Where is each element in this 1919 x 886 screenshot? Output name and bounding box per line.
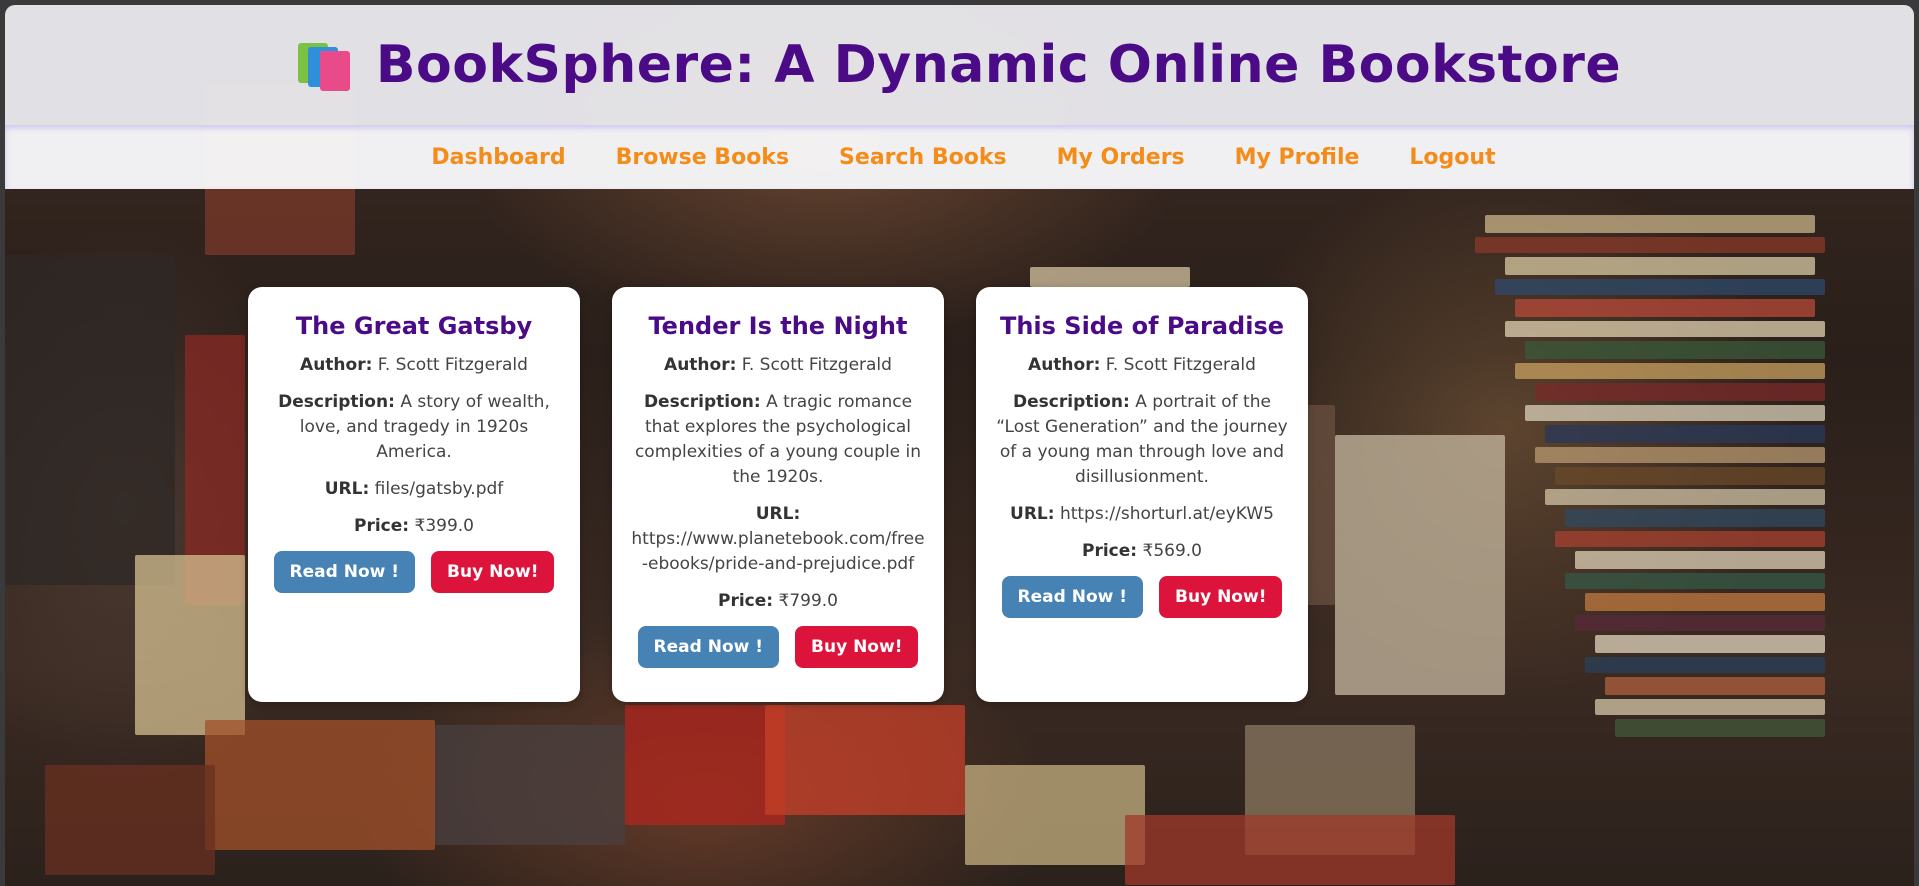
book-card: The Great Gatsby Author: F. Scott Fitzge… xyxy=(248,287,580,702)
url-value: files/gatsby.pdf xyxy=(374,479,504,499)
author-value: F. Scott Fitzgerald xyxy=(741,355,892,375)
card-actions: Read Now ! Buy Now! xyxy=(630,626,926,668)
nav-dashboard[interactable]: Dashboard xyxy=(431,145,565,170)
read-now-button[interactable]: Read Now ! xyxy=(637,626,780,668)
book-description: Description: A portrait of the “Lost Gen… xyxy=(994,390,1290,490)
books-stack-icon xyxy=(297,39,354,91)
nav-search-books[interactable]: Search Books xyxy=(839,145,1007,170)
author-label: Author: xyxy=(664,355,737,375)
price-value: ₹399.0 xyxy=(414,516,474,536)
author-label: Author: xyxy=(1028,355,1101,375)
author-label: Author: xyxy=(300,355,373,375)
description-label: Description: xyxy=(1013,392,1130,412)
book-url: URL: https://www.planetebook.com/free-eb… xyxy=(630,502,926,577)
book-card: This Side of Paradise Author: F. Scott F… xyxy=(976,287,1308,702)
nav-logout[interactable]: Logout xyxy=(1409,145,1495,170)
read-now-button[interactable]: Read Now ! xyxy=(273,551,416,593)
author-value: F. Scott Fitzgerald xyxy=(1105,355,1256,375)
book-title: Tender Is the Night xyxy=(648,312,908,340)
book-card: Tender Is the Night Author: F. Scott Fit… xyxy=(612,287,944,702)
page-title: BookSphere: A Dynamic Online Bookstore xyxy=(375,35,1622,95)
url-value: https://www.planetebook.com/free-ebooks/… xyxy=(631,529,925,574)
url-label: URL: xyxy=(324,479,370,499)
description-label: Description: xyxy=(643,392,761,412)
main-nav: Dashboard Browse Books Search Books My O… xyxy=(5,125,1914,189)
book-price: Price: ₹799.0 xyxy=(630,589,926,614)
read-now-button[interactable]: Read Now ! xyxy=(1001,576,1144,618)
book-price: Price: ₹569.0 xyxy=(994,539,1290,564)
book-description: Description: A story of wealth, love, an… xyxy=(266,390,562,465)
nav-my-profile[interactable]: My Profile xyxy=(1235,145,1360,170)
buy-now-button[interactable]: Buy Now! xyxy=(1159,576,1283,618)
book-price: Price: ₹399.0 xyxy=(266,514,562,539)
site-header: BookSphere: A Dynamic Online Bookstore xyxy=(5,5,1914,125)
app-window: BookSphere: A Dynamic Online Bookstore D… xyxy=(5,5,1914,886)
book-author: Author: F. Scott Fitzgerald xyxy=(266,353,562,378)
book-title: This Side of Paradise xyxy=(999,312,1285,340)
author-value: F. Scott Fitzgerald xyxy=(377,355,528,375)
price-label: Price: xyxy=(354,516,410,536)
nav-my-orders[interactable]: My Orders xyxy=(1057,145,1185,170)
book-title: The Great Gatsby xyxy=(295,312,533,340)
price-label: Price: xyxy=(718,591,774,611)
nav-browse-books[interactable]: Browse Books xyxy=(616,145,789,170)
url-label: URL: xyxy=(755,504,801,524)
book-url: URL: https://shorturl.at/eyKW5 xyxy=(994,502,1290,527)
url-value: https://shorturl.at/eyKW5 xyxy=(1059,504,1274,524)
card-actions: Read Now ! Buy Now! xyxy=(266,551,562,593)
buy-now-button[interactable]: Buy Now! xyxy=(431,551,555,593)
book-author: Author: F. Scott Fitzgerald xyxy=(994,353,1290,378)
price-label: Price: xyxy=(1082,541,1138,561)
description-label: Description: xyxy=(278,392,395,412)
book-description: Description: A tragic romance that explo… xyxy=(630,390,926,490)
book-url: URL: files/gatsby.pdf xyxy=(266,477,562,502)
url-label: URL: xyxy=(1010,504,1055,524)
book-card-list: The Great Gatsby Author: F. Scott Fitzge… xyxy=(248,287,1308,702)
price-value: ₹569.0 xyxy=(1142,541,1202,561)
price-value: ₹799.0 xyxy=(778,591,838,611)
book-author: Author: F. Scott Fitzgerald xyxy=(630,353,926,378)
card-actions: Read Now ! Buy Now! xyxy=(994,576,1290,618)
buy-now-button[interactable]: Buy Now! xyxy=(795,626,919,668)
